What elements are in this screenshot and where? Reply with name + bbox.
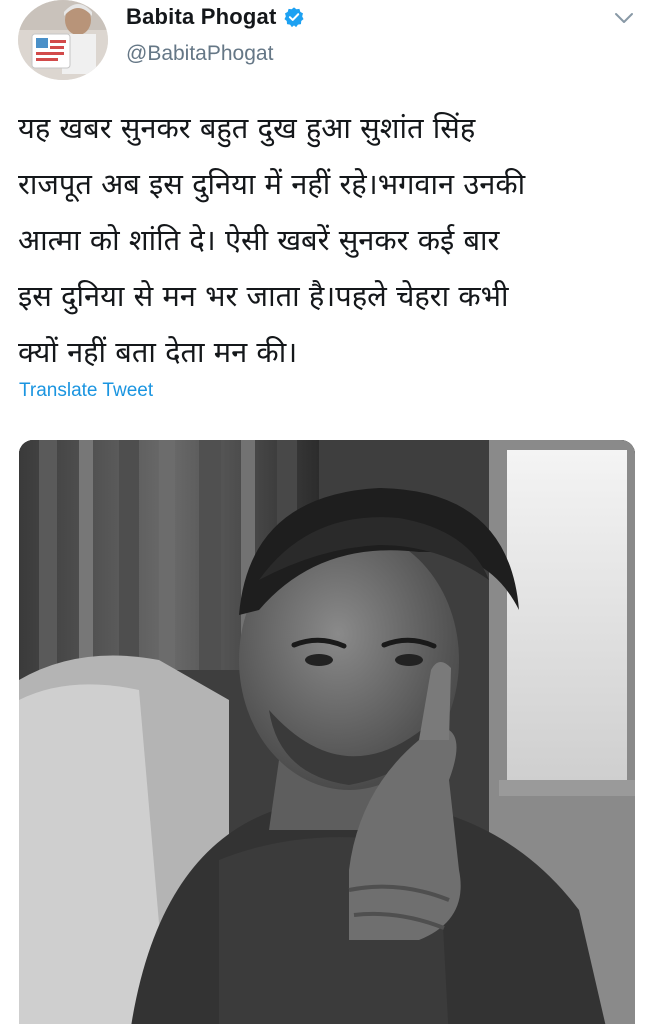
- chevron-down-icon[interactable]: [612, 8, 636, 28]
- tweet: Babita Phogat @BabitaPhogat यह खबर सुनकर…: [0, 0, 654, 1024]
- tweet-header: Babita Phogat @BabitaPhogat: [0, 0, 654, 90]
- author-name-row[interactable]: Babita Phogat: [126, 2, 305, 32]
- avatar[interactable]: [18, 0, 108, 80]
- translate-tweet-link[interactable]: Translate Tweet: [19, 380, 153, 402]
- tweet-text: यह खबर सुनकर बहुत दुख हुआ सुशांत सिंह रा…: [18, 111, 526, 369]
- author-handle[interactable]: @BabitaPhogat: [126, 42, 273, 66]
- author-display-name[interactable]: Babita Phogat: [126, 4, 277, 30]
- tweet-media-photo[interactable]: [19, 440, 635, 1024]
- portrait-photo: [19, 440, 635, 1024]
- verified-badge-icon: [283, 6, 305, 28]
- avatar-image: [18, 0, 108, 80]
